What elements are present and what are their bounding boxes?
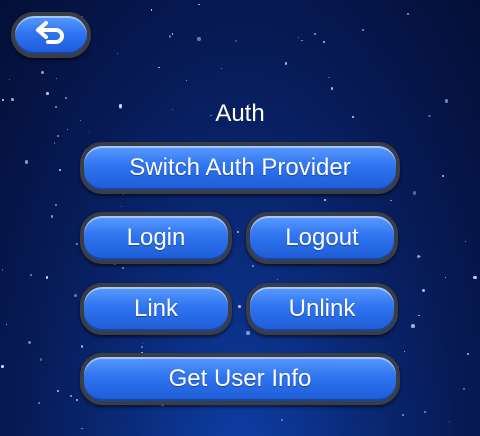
star xyxy=(390,199,392,202)
star xyxy=(65,97,67,100)
star xyxy=(298,37,300,39)
star xyxy=(51,215,54,218)
star xyxy=(69,394,72,397)
star xyxy=(46,92,49,95)
star xyxy=(1,365,5,368)
star xyxy=(38,401,40,404)
star xyxy=(237,231,239,233)
star xyxy=(196,37,201,42)
star xyxy=(141,343,143,345)
back-arrow-icon xyxy=(34,19,68,52)
star xyxy=(314,33,317,36)
star xyxy=(276,278,278,280)
star xyxy=(467,353,469,355)
section-title: Auth xyxy=(215,100,265,127)
star xyxy=(24,160,29,164)
logout-button[interactable]: Logout xyxy=(246,212,398,264)
star xyxy=(301,39,303,42)
star xyxy=(53,142,56,144)
star xyxy=(246,331,250,335)
star xyxy=(76,399,78,401)
star xyxy=(75,243,78,246)
star xyxy=(406,12,409,15)
star xyxy=(417,314,420,317)
star xyxy=(284,62,288,65)
star xyxy=(281,418,284,421)
star xyxy=(423,411,426,414)
star xyxy=(411,324,416,329)
star xyxy=(157,66,160,69)
star xyxy=(442,175,445,178)
star xyxy=(168,35,172,39)
star xyxy=(473,275,477,279)
back-button[interactable] xyxy=(11,12,91,58)
star xyxy=(412,191,417,195)
star xyxy=(89,131,91,134)
star xyxy=(40,70,44,75)
star xyxy=(81,345,84,348)
unlink-button[interactable]: Unlink xyxy=(246,283,398,335)
star xyxy=(361,28,364,31)
star xyxy=(420,255,422,257)
star xyxy=(45,276,49,279)
star xyxy=(251,264,254,267)
star xyxy=(39,358,43,361)
star xyxy=(237,305,241,309)
link-button[interactable]: Link xyxy=(80,283,232,335)
star xyxy=(171,33,174,35)
star xyxy=(57,390,60,392)
star xyxy=(57,134,60,137)
star xyxy=(54,203,58,207)
switch-auth-provider-button[interactable]: Switch Auth Provider xyxy=(80,142,400,194)
star xyxy=(141,345,144,348)
star xyxy=(73,293,78,298)
star xyxy=(464,240,467,242)
star xyxy=(8,79,10,81)
star xyxy=(331,87,334,90)
star xyxy=(117,52,119,54)
star xyxy=(328,76,330,78)
star xyxy=(221,67,223,70)
star xyxy=(185,79,187,81)
star xyxy=(198,3,200,6)
star xyxy=(81,427,83,430)
star xyxy=(416,254,421,259)
login-button[interactable]: Login xyxy=(80,212,232,264)
star xyxy=(403,350,406,352)
star xyxy=(234,40,237,43)
star xyxy=(150,9,153,12)
star xyxy=(324,198,327,202)
star xyxy=(6,323,8,326)
star xyxy=(1,268,4,271)
star xyxy=(59,169,62,172)
star xyxy=(444,276,447,278)
star xyxy=(323,41,326,44)
star xyxy=(67,128,69,131)
star xyxy=(30,273,32,276)
star xyxy=(121,205,123,207)
star xyxy=(448,420,450,422)
star xyxy=(462,387,465,390)
star xyxy=(122,267,125,270)
get-user-info-button[interactable]: Get User Info xyxy=(80,353,400,405)
star xyxy=(401,413,404,416)
star xyxy=(27,341,31,344)
star xyxy=(422,288,425,292)
star xyxy=(56,77,58,79)
